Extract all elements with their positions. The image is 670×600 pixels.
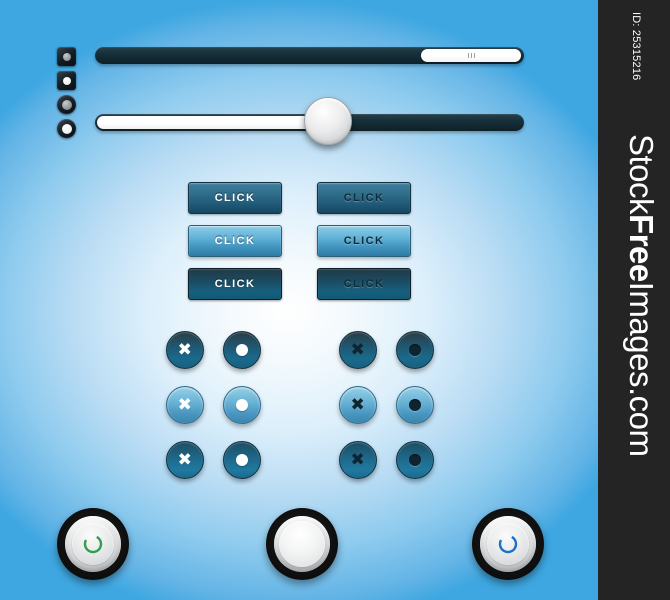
icon-row-hover: ✖ ✖: [156, 386, 444, 424]
click-button-label: CLICK: [214, 278, 256, 290]
icon-cell: [386, 441, 444, 479]
record-dot-icon: [236, 399, 249, 411]
square-toggle-white[interactable]: [57, 71, 76, 90]
click-button-normal-dark[interactable]: CLICK: [317, 182, 411, 214]
close-icon: ✖: [177, 394, 192, 415]
close-button-pressed-dark[interactable]: ✖: [338, 441, 377, 479]
click-button-normal-light[interactable]: CLICK: [188, 182, 282, 214]
icon-cell: ✖: [329, 441, 387, 479]
close-button-hover-dark[interactable]: ✖: [338, 386, 377, 424]
icon-cell: [214, 386, 272, 424]
slider-knob-handle[interactable]: [304, 97, 352, 145]
knob-loading-green[interactable]: [57, 508, 129, 580]
record-button-normal-light[interactable]: [223, 331, 262, 369]
close-icon: ✖: [177, 449, 192, 470]
icon-button-grid: ✖ ✖ ✖ ✖ ✖ ✖: [156, 331, 444, 496]
click-button-label: CLICK: [343, 235, 385, 247]
knob-bezel: [480, 516, 536, 572]
record-dot-icon: [236, 344, 249, 356]
square-toggle-grey[interactable]: [57, 47, 76, 66]
icon-cell: ✖: [329, 331, 387, 369]
grip-line-icon: [467, 53, 469, 58]
watermark-sidebar: ID: 25315216 StockFreeImages.com: [598, 0, 670, 600]
record-button-hover-light[interactable]: [223, 386, 262, 424]
icon-row-normal: ✖ ✖: [156, 331, 444, 369]
click-button-label: CLICK: [343, 192, 385, 204]
slider-knob-fill: [97, 116, 314, 129]
knob-face: [279, 521, 325, 567]
record-dot-icon: [409, 454, 422, 466]
button-row-pressed: CLICK CLICK: [188, 268, 416, 300]
click-button-pressed-dark[interactable]: CLICK: [317, 268, 411, 300]
click-button-label: CLICK: [214, 192, 256, 204]
close-button-normal-light[interactable]: ✖: [165, 331, 204, 369]
close-icon: ✖: [350, 339, 365, 360]
record-button-pressed-dark[interactable]: [396, 441, 435, 479]
toggle-column: [57, 47, 83, 143]
icon-cell-spacer: [271, 441, 329, 479]
icon-cell: ✖: [156, 386, 214, 424]
icon-row-pressed: ✖ ✖: [156, 441, 444, 479]
icon-cell: [214, 331, 272, 369]
close-icon: ✖: [177, 339, 192, 360]
radio-dot-icon: [61, 123, 72, 134]
click-button-label: CLICK: [343, 278, 385, 290]
watermark-brand: StockFreeImages.com: [622, 134, 660, 600]
record-button-pressed-light[interactable]: [223, 441, 262, 479]
knob-face: [487, 523, 529, 565]
icon-cell-spacer: [271, 331, 329, 369]
click-button-label: CLICK: [214, 235, 256, 247]
ui-kit-canvas: CLICK CLICK CLICK CLICK CLICK CLICK ✖ ✖ …: [0, 0, 598, 600]
grip-line-icon: [473, 53, 475, 58]
radio-toggle-white[interactable]: [57, 119, 76, 138]
close-button-hover-light[interactable]: ✖: [165, 386, 204, 424]
icon-cell: ✖: [156, 331, 214, 369]
record-button-normal-dark[interactable]: [396, 331, 435, 369]
icon-cell: [214, 441, 272, 479]
icon-cell: [386, 386, 444, 424]
close-icon: ✖: [350, 394, 365, 415]
knob-loading-blue[interactable]: [472, 508, 544, 580]
watermark-brand-part3: Images.com: [623, 281, 660, 457]
click-button-pressed-light[interactable]: CLICK: [188, 268, 282, 300]
watermark-brand-part2: Free: [623, 214, 660, 282]
button-row-hover: CLICK CLICK: [188, 225, 416, 257]
icon-cell: ✖: [156, 441, 214, 479]
close-button-pressed-light[interactable]: ✖: [165, 441, 204, 479]
close-icon: ✖: [350, 449, 365, 470]
close-button-normal-dark[interactable]: ✖: [338, 331, 377, 369]
icon-cell-spacer: [271, 386, 329, 424]
record-button-hover-dark[interactable]: [396, 386, 435, 424]
icon-cell: ✖: [329, 386, 387, 424]
record-dot-icon: [409, 399, 422, 411]
knob-plain[interactable]: [266, 508, 338, 580]
grip-line-icon: [470, 53, 472, 58]
spinner-arc-green-icon: [83, 534, 103, 554]
click-button-hover-dark[interactable]: CLICK: [317, 225, 411, 257]
button-row-normal: CLICK CLICK: [188, 182, 416, 214]
radio-toggle-grey[interactable]: [57, 95, 76, 114]
knob-bezel: [274, 516, 330, 572]
slider-progress-handle[interactable]: [421, 49, 521, 62]
toggle-dot-icon: [62, 52, 71, 61]
record-dot-icon: [409, 344, 422, 356]
click-button-hover-light[interactable]: CLICK: [188, 225, 282, 257]
ui-kit-screenshot: CLICK CLICK CLICK CLICK CLICK CLICK ✖ ✖ …: [0, 0, 670, 600]
icon-cell: [386, 331, 444, 369]
knob-bezel: [65, 516, 121, 572]
toggle-dot-icon: [62, 76, 71, 85]
click-button-grid: CLICK CLICK CLICK CLICK CLICK CLICK: [188, 182, 416, 311]
spinner-arc-blue-icon: [498, 534, 518, 554]
knob-face: [72, 523, 114, 565]
watermark-brand-part1: Stock: [623, 134, 660, 215]
slider-progress-track[interactable]: [95, 47, 524, 64]
radio-dot-icon: [61, 99, 72, 110]
record-dot-icon: [236, 454, 249, 466]
